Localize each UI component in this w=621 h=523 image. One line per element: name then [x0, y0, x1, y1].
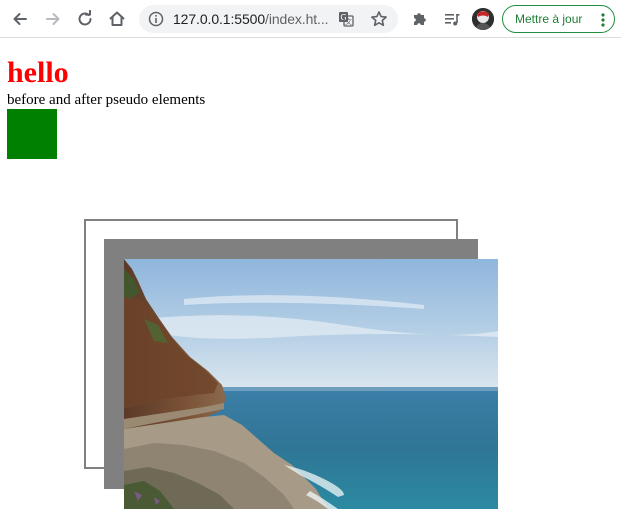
- home-icon: [109, 11, 125, 26]
- puzzle-piece-icon: [414, 13, 426, 25]
- avatar-icon: [472, 8, 494, 30]
- profile-avatar[interactable]: [472, 8, 494, 30]
- refresh-icon: [78, 10, 92, 26]
- address-bar[interactable]: 127.0.0.1:5500/index.ht... G 文: [139, 5, 398, 33]
- info-circle-icon[interactable]: [148, 11, 164, 27]
- reload-button[interactable]: [71, 5, 99, 33]
- home-button[interactable]: [103, 5, 131, 33]
- update-browser-button[interactable]: Mettre à jour: [502, 5, 615, 33]
- media-control-button[interactable]: [438, 5, 466, 33]
- back-button[interactable]: [6, 5, 34, 33]
- url-host: 127.0.0.1:5500: [173, 11, 266, 27]
- url-text[interactable]: 127.0.0.1:5500/index.ht...: [173, 11, 329, 27]
- update-button-label: Mettre à jour: [515, 12, 583, 26]
- star-outline-icon[interactable]: [370, 10, 388, 28]
- playlist-music-icon: [445, 14, 460, 26]
- coastal-photo: [124, 259, 498, 509]
- arrow-right-icon: [46, 13, 60, 25]
- forward-button[interactable]: [39, 5, 67, 33]
- page-heading: hello: [7, 56, 69, 89]
- green-square: [7, 109, 57, 159]
- coastal-landscape-image: [124, 259, 498, 509]
- browser-toolbar: 127.0.0.1:5500/index.ht... G 文 Mettre à …: [0, 0, 621, 38]
- arrow-left-icon: [13, 13, 27, 25]
- svg-text:文: 文: [345, 17, 352, 26]
- page-subtext: before and after pseudo elements: [7, 92, 206, 108]
- url-path: /index.ht...: [265, 11, 329, 27]
- vertical-dots-icon[interactable]: [601, 13, 605, 27]
- extensions-button[interactable]: [406, 5, 434, 33]
- translate-icon[interactable]: G 文: [338, 11, 354, 27]
